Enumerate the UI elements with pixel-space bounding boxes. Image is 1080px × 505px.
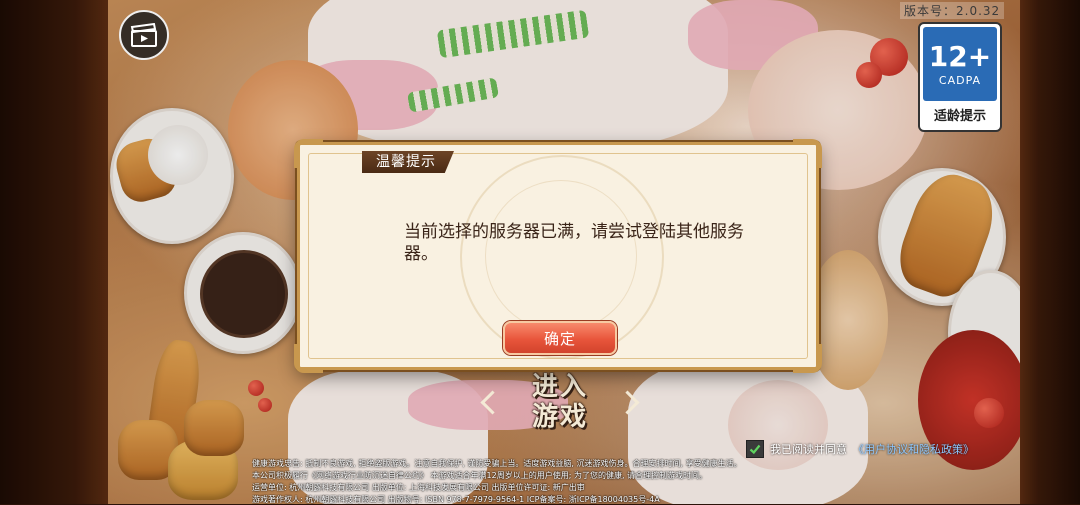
notice-dialog: 温馨提示 当前选择的服务器已满，请尝试登陆其他服务器。 确定 — [294, 139, 822, 373]
version-label: 版本号：2.0.32 — [900, 2, 1005, 19]
copyright-line: 游戏著作权人: 杭州朝露科技有限公司 出版物号: ISBN 978-7-7979… — [252, 495, 660, 504]
enter-game-line2: 游戏 — [531, 402, 588, 432]
video-clapper-icon — [130, 23, 157, 47]
dialog-corner-ornament — [294, 344, 323, 373]
agreement-link[interactable]: 《用户协议和隐私政策》 — [853, 441, 974, 457]
agreement-prefix: 我已阅读并同意 — [770, 443, 847, 456]
enter-game-label: 进入 游戏 — [490, 372, 630, 432]
dialog-corner-ornament — [793, 139, 822, 168]
video-button[interactable] — [119, 10, 169, 60]
age-rating-badge[interactable]: 12+ CADPA 适龄提示 — [918, 22, 1002, 132]
dialog-title: 温馨提示 — [362, 151, 454, 173]
dialog-message: 当前选择的服务器已满，请尝试登陆其他服务器。 — [404, 222, 744, 264]
confirm-button[interactable]: 确定 — [503, 321, 617, 355]
dialog-corner-ornament — [793, 344, 822, 373]
age-rating-top: 12+ CADPA — [923, 27, 997, 101]
enter-game-button[interactable]: 进入 游戏 — [480, 372, 640, 442]
checkmark-icon — [749, 444, 761, 455]
agreement-row: 我已阅读并同意 《用户协议和隐私政策》 — [746, 440, 974, 458]
dialog-corner-ornament — [294, 139, 323, 168]
age-rating-org: CADPA — [938, 73, 982, 87]
age-rating-label: 适龄提示 — [933, 109, 986, 124]
publisher-line: 运营单位: 杭州朝露科技有限公司 出版单位: 上海科技发展有限公司 出版单位许可… — [252, 483, 585, 492]
agreement-checkbox[interactable] — [746, 440, 764, 458]
age-rating-number: 12+ — [928, 39, 992, 73]
enter-game-line1: 进入 — [531, 372, 588, 402]
anti-addiction-line: 本公司积极履行《网络游戏行业防沉迷自律公约》 本游戏适合年满12周岁以上的用户使… — [252, 471, 708, 480]
health-notice-line: 健康游戏忠告: 抵制不良游戏, 拒绝盗版游戏。注意自我保护, 谨防受骗上当。适度… — [252, 459, 742, 468]
